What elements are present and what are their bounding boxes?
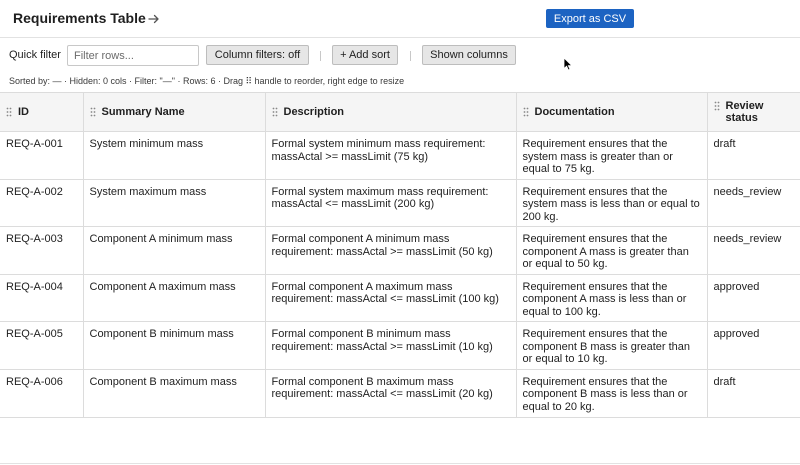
column-header-summary-name[interactable]: Summary Name bbox=[83, 92, 266, 132]
cell-documentation[interactable]: Requirement ensures that the component A… bbox=[516, 226, 708, 275]
column-header-description[interactable]: Description bbox=[265, 92, 517, 132]
toolbar-divider bbox=[410, 51, 411, 61]
quick-filter-label: Quick filter bbox=[9, 49, 61, 61]
cell-summary[interactable]: Component A minimum mass bbox=[83, 226, 266, 275]
table-row[interactable]: REQ-A-003 Component A minimum mass Forma… bbox=[0, 226, 800, 275]
page-header: Requirements Table Export as CSV bbox=[0, 0, 800, 38]
toolbar-divider bbox=[320, 51, 321, 61]
cell-review-status[interactable]: needs_review bbox=[707, 226, 800, 275]
bottom-divider bbox=[0, 463, 800, 464]
page-title: Requirements Table bbox=[13, 10, 146, 26]
cell-description[interactable]: Formal component A maximum mass requirem… bbox=[265, 274, 517, 323]
drag-handle-icon[interactable] bbox=[6, 107, 12, 117]
quick-filter-input[interactable] bbox=[67, 45, 199, 66]
column-header-label: ID bbox=[18, 106, 29, 118]
table-row[interactable]: REQ-A-006 Component B maximum mass Forma… bbox=[0, 369, 800, 418]
cell-description[interactable]: Formal component B minimum mass requirem… bbox=[265, 321, 517, 370]
cell-documentation[interactable]: Requirement ensures that the component A… bbox=[516, 274, 708, 323]
table-row[interactable]: REQ-A-004 Component A maximum mass Forma… bbox=[0, 274, 800, 323]
cell-id[interactable]: REQ-A-004 bbox=[0, 274, 84, 323]
cell-documentation[interactable]: Requirement ensures that the component B… bbox=[516, 369, 708, 418]
table-row[interactable]: REQ-A-001 System minimum mass Formal sys… bbox=[0, 131, 800, 180]
column-header-label: Summary Name bbox=[101, 106, 185, 118]
cell-review-status[interactable]: draft bbox=[707, 369, 800, 418]
cell-review-status[interactable]: approved bbox=[707, 321, 800, 370]
cell-description[interactable]: Formal system maximum mass requirement: … bbox=[265, 179, 517, 228]
requirements-table: ID Summary Name Description Documentatio… bbox=[0, 92, 800, 418]
drag-handle-icon[interactable] bbox=[714, 101, 720, 111]
cell-id[interactable]: REQ-A-003 bbox=[0, 226, 84, 275]
toolbar: Quick filter Column filters: off + Add s… bbox=[0, 39, 800, 72]
table-row[interactable]: REQ-A-005 Component B minimum mass Forma… bbox=[0, 321, 800, 370]
table-row[interactable]: REQ-A-002 System maximum mass Formal sys… bbox=[0, 179, 800, 228]
cell-id[interactable]: REQ-A-006 bbox=[0, 369, 84, 418]
cell-documentation[interactable]: Requirement ensures that the system mass… bbox=[516, 179, 708, 228]
cell-review-status[interactable]: approved bbox=[707, 274, 800, 323]
table-header-row: ID Summary Name Description Documentatio… bbox=[0, 92, 800, 132]
cell-summary[interactable]: System maximum mass bbox=[83, 179, 266, 228]
cell-review-status[interactable]: needs_review bbox=[707, 179, 800, 228]
mouse-cursor-icon bbox=[563, 57, 573, 71]
column-header-id[interactable]: ID bbox=[0, 92, 84, 132]
shown-columns-button[interactable]: Shown columns bbox=[422, 45, 516, 65]
cell-summary[interactable]: Component B maximum mass bbox=[83, 369, 266, 418]
cell-id[interactable]: REQ-A-002 bbox=[0, 179, 84, 228]
cell-summary[interactable]: Component A maximum mass bbox=[83, 274, 266, 323]
cell-summary[interactable]: System minimum mass bbox=[83, 131, 266, 180]
drag-handle-icon[interactable] bbox=[523, 107, 529, 117]
cell-review-status[interactable]: draft bbox=[707, 131, 800, 180]
cell-description[interactable]: Formal system minimum mass requirement: … bbox=[265, 131, 517, 180]
cell-documentation[interactable]: Requirement ensures that the component B… bbox=[516, 321, 708, 370]
cell-id[interactable]: REQ-A-005 bbox=[0, 321, 84, 370]
add-sort-button[interactable]: + Add sort bbox=[332, 45, 398, 65]
cell-id[interactable]: REQ-A-001 bbox=[0, 131, 84, 180]
column-header-review-status[interactable]: Review status bbox=[707, 92, 800, 132]
table-status-line: Sorted by: — · Hidden: 0 cols · Filter: … bbox=[9, 76, 405, 86]
column-header-label: Documentation bbox=[534, 106, 615, 118]
column-header-label: Description bbox=[283, 106, 345, 118]
arrow-right-icon[interactable] bbox=[147, 12, 161, 26]
cell-description[interactable]: Formal component B maximum mass requirem… bbox=[265, 369, 517, 418]
drag-handle-icon[interactable] bbox=[272, 107, 278, 117]
cell-description[interactable]: Formal component A minimum mass requirem… bbox=[265, 226, 517, 275]
column-filters-button[interactable]: Column filters: off bbox=[206, 45, 309, 65]
cell-documentation[interactable]: Requirement ensures that the system mass… bbox=[516, 131, 708, 180]
drag-handle-icon[interactable] bbox=[90, 107, 96, 117]
export-csv-button[interactable]: Export as CSV bbox=[546, 9, 634, 28]
cell-summary[interactable]: Component B minimum mass bbox=[83, 321, 266, 370]
column-header-label: Review status bbox=[725, 100, 764, 124]
column-header-documentation[interactable]: Documentation bbox=[516, 92, 708, 132]
